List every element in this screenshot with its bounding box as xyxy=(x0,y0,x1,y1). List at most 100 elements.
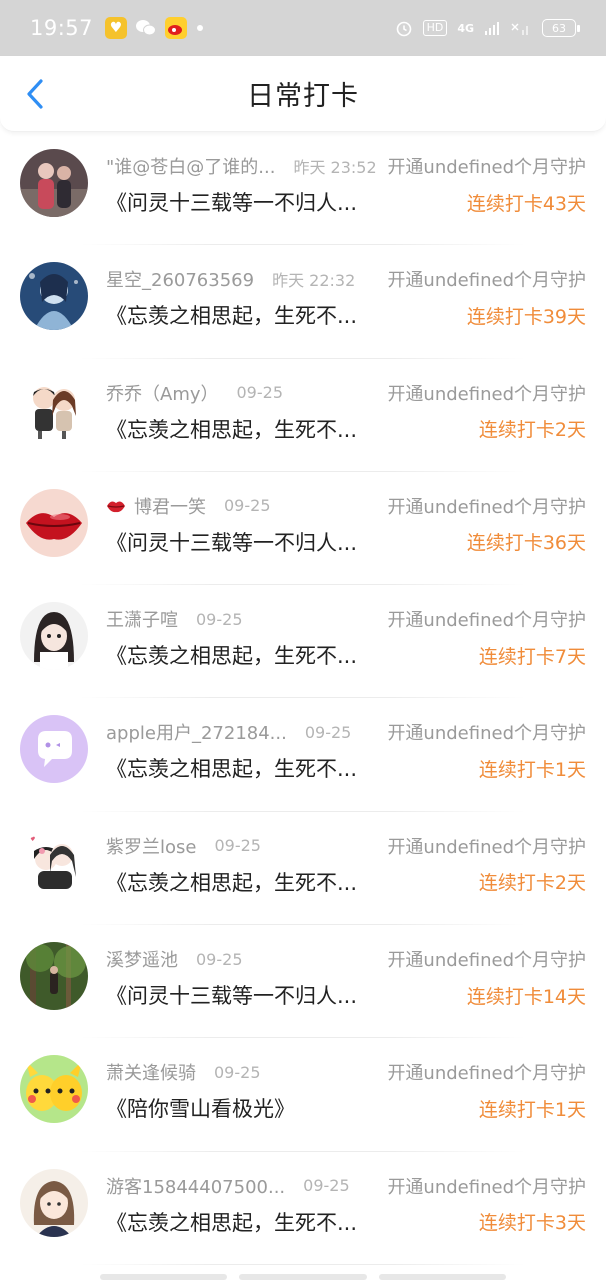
no-signal-icon xyxy=(511,23,528,35)
list-item[interactable]: 王潇子喧 09-25 《忘羡之相思起，生死不... 开通undefined个月守… xyxy=(0,585,606,699)
avatar[interactable] xyxy=(20,715,88,784)
alarm-icon xyxy=(396,21,411,37)
status-right-group: HD 4G 63 xyxy=(395,19,580,37)
avatar[interactable] xyxy=(20,602,88,671)
avatar[interactable]: ♥ xyxy=(20,828,88,897)
checkin-message: 《忘羡之相思起，生死不... xyxy=(106,870,358,895)
streak-label: 连续打卡39天 xyxy=(466,305,586,328)
avatar[interactable] xyxy=(20,488,88,557)
status-time: 19:57 xyxy=(30,16,94,40)
timestamp: 昨天 22:32 xyxy=(272,271,356,291)
avatar[interactable] xyxy=(20,149,88,217)
streak-label: 连续打卡1天 xyxy=(478,758,586,781)
user-name[interactable]: 萧关逢候骑 xyxy=(106,1059,196,1085)
name-line: 游客15844407500... 09-25 xyxy=(106,1172,386,1200)
user-name[interactable]: 紫罗兰lose xyxy=(106,833,196,859)
guard-status: 开通undefined个月守护 xyxy=(387,1176,586,1198)
name-line: 星空_260763569 昨天 22:32 xyxy=(106,265,386,293)
battery-icon: 63 xyxy=(542,19,580,37)
user-name[interactable]: 游客15844407500... xyxy=(106,1173,285,1199)
nav-bar: 日常打卡 xyxy=(0,56,606,132)
wechat-icon xyxy=(135,17,157,39)
checkin-message: 《忘羡之相思起，生死不... xyxy=(106,304,358,329)
list-item[interactable]: 乔乔（Amy） 09-25 《忘羡之相思起，生死不... 开通undefined… xyxy=(0,359,606,472)
avatar[interactable] xyxy=(20,1168,88,1237)
timestamp: 昨天 23:52 xyxy=(293,158,377,177)
user-name[interactable]: 乔乔（Amy） xyxy=(106,380,219,406)
user-name[interactable]: "谁@苍白@了谁的... xyxy=(106,153,275,179)
checkin-message: 《忘羡之相思起，生死不... xyxy=(106,757,358,782)
streak-label: 连续打卡7天 xyxy=(478,645,586,668)
guard-status: 开通undefined个月守护 xyxy=(387,157,586,178)
list-item[interactable]: ♥ 紫罗兰lose 09-25 《忘羡之相思起，生死不... 开通undefin… xyxy=(0,812,606,926)
hd-badge: HD xyxy=(422,20,448,36)
back-button[interactable] xyxy=(18,76,52,112)
guard-status: 开通undefined个月守护 xyxy=(387,496,586,518)
streak-label: 连续打卡1天 xyxy=(478,1098,586,1121)
list-item[interactable]: 博君一笑 09-25 《问灵十三载等一不归人... 开通undefined个月守… xyxy=(0,472,606,586)
checkin-message: 《忘羡之相思起，生死不... xyxy=(106,644,358,669)
name-line: 乔乔（Amy） 09-25 xyxy=(106,379,386,407)
timestamp: 09-25 xyxy=(304,722,352,742)
timestamp: 09-25 xyxy=(236,383,284,403)
signal-icon xyxy=(485,22,499,35)
timestamp: 09-25 xyxy=(214,836,261,856)
streak-label: 连续打卡2天 xyxy=(478,872,586,895)
checkin-message: 《问灵十三载等一不归人... xyxy=(106,191,358,215)
app-icon: ♥ xyxy=(105,17,128,39)
svg-text:♥: ♥ xyxy=(30,836,35,843)
user-name[interactable]: 博君一笑 xyxy=(134,493,206,519)
guard-status: 开通undefined个月守护 xyxy=(387,610,586,632)
checkin-message: 《问灵十三载等一不归人... xyxy=(106,530,358,555)
divider xyxy=(80,1263,526,1265)
avatar[interactable] xyxy=(20,1055,88,1124)
avatar[interactable] xyxy=(20,375,88,444)
guard-status: 开通undefined个月守护 xyxy=(387,723,586,745)
name-line: apple用户_272184... 09-25 xyxy=(106,718,386,746)
avatar[interactable] xyxy=(20,262,88,331)
list-item[interactable]: 星空_260763569 昨天 22:32 《忘羡之相思起，生死不... 开通u… xyxy=(0,245,606,359)
user-name[interactable]: 溪梦遥池 xyxy=(106,946,178,972)
guard-status: 开通undefined个月守护 xyxy=(387,270,586,292)
lips-icon xyxy=(107,501,125,513)
guard-status: 开通undefined个月守护 xyxy=(387,1063,586,1085)
list-item[interactable]: apple用户_272184... 09-25 《忘羡之相思起，生死不... 开… xyxy=(0,698,606,812)
page-title: 日常打卡 xyxy=(247,81,359,112)
timestamp: 09-25 xyxy=(196,609,243,629)
streak-label: 连续打卡2天 xyxy=(478,419,586,442)
streak-label: 连续打卡36天 xyxy=(466,532,586,555)
list-item[interactable]: "谁@苍白@了谁的... 昨天 23:52 《问灵十三载等一不归人... 开通u… xyxy=(0,132,606,246)
back-chevron-icon xyxy=(27,79,43,109)
checkin-list: "谁@苍白@了谁的... 昨天 23:52 《问灵十三载等一不归人... 开通u… xyxy=(0,132,606,1265)
guard-status: 开通undefined个月守护 xyxy=(387,950,586,972)
scroll-hint xyxy=(100,1274,506,1280)
name-line: 王潇子喧 09-25 xyxy=(106,605,386,633)
user-name[interactable]: 星空_260763569 xyxy=(106,266,254,292)
list-item[interactable]: 萧关逢候骑 09-25 《陪你雪山看极光》 开通undefined个月守护 连续… xyxy=(0,1038,606,1152)
notification-dot xyxy=(197,25,204,31)
weibo-icon xyxy=(165,17,188,39)
streak-label: 连续打卡14天 xyxy=(466,985,586,1008)
checkin-message: 《忘羡之相思起，生死不... xyxy=(106,417,358,442)
checkin-message: 《忘羡之相思起，生死不... xyxy=(106,1210,358,1235)
name-line: 紫罗兰lose 09-25 xyxy=(106,832,386,860)
timestamp: 09-25 xyxy=(224,496,271,516)
name-line: "谁@苍白@了谁的... 昨天 23:52 xyxy=(106,152,386,180)
user-name[interactable]: apple用户_272184... xyxy=(106,719,287,745)
avatar[interactable] xyxy=(20,942,88,1011)
timestamp: 09-25 xyxy=(214,1062,261,1082)
network-label: 4G xyxy=(457,21,474,35)
status-bar: 19:57 ♥ HD 4G 63 xyxy=(0,0,606,56)
name-line: 博君一笑 09-25 xyxy=(106,492,386,520)
list-item[interactable]: 游客15844407500... 09-25 《忘羡之相思起，生死不... 开通… xyxy=(0,1152,606,1265)
guard-status: 开通undefined个月守护 xyxy=(387,383,586,405)
timestamp: 09-25 xyxy=(303,1176,350,1196)
guard-status: 开通undefined个月守护 xyxy=(387,836,586,858)
user-name[interactable]: 王潇子喧 xyxy=(106,606,178,632)
streak-label: 连续打卡3天 xyxy=(478,1212,586,1235)
name-line: 萧关逢候骑 09-25 xyxy=(106,1058,386,1086)
name-line: 溪梦遥池 09-25 xyxy=(106,945,386,973)
timestamp: 09-25 xyxy=(196,949,243,969)
list-item[interactable]: 溪梦遥池 09-25 《问灵十三载等一不归人... 开通undefined个月守… xyxy=(0,925,606,1039)
checkin-message: 《问灵十三载等一不归人... xyxy=(106,984,358,1009)
